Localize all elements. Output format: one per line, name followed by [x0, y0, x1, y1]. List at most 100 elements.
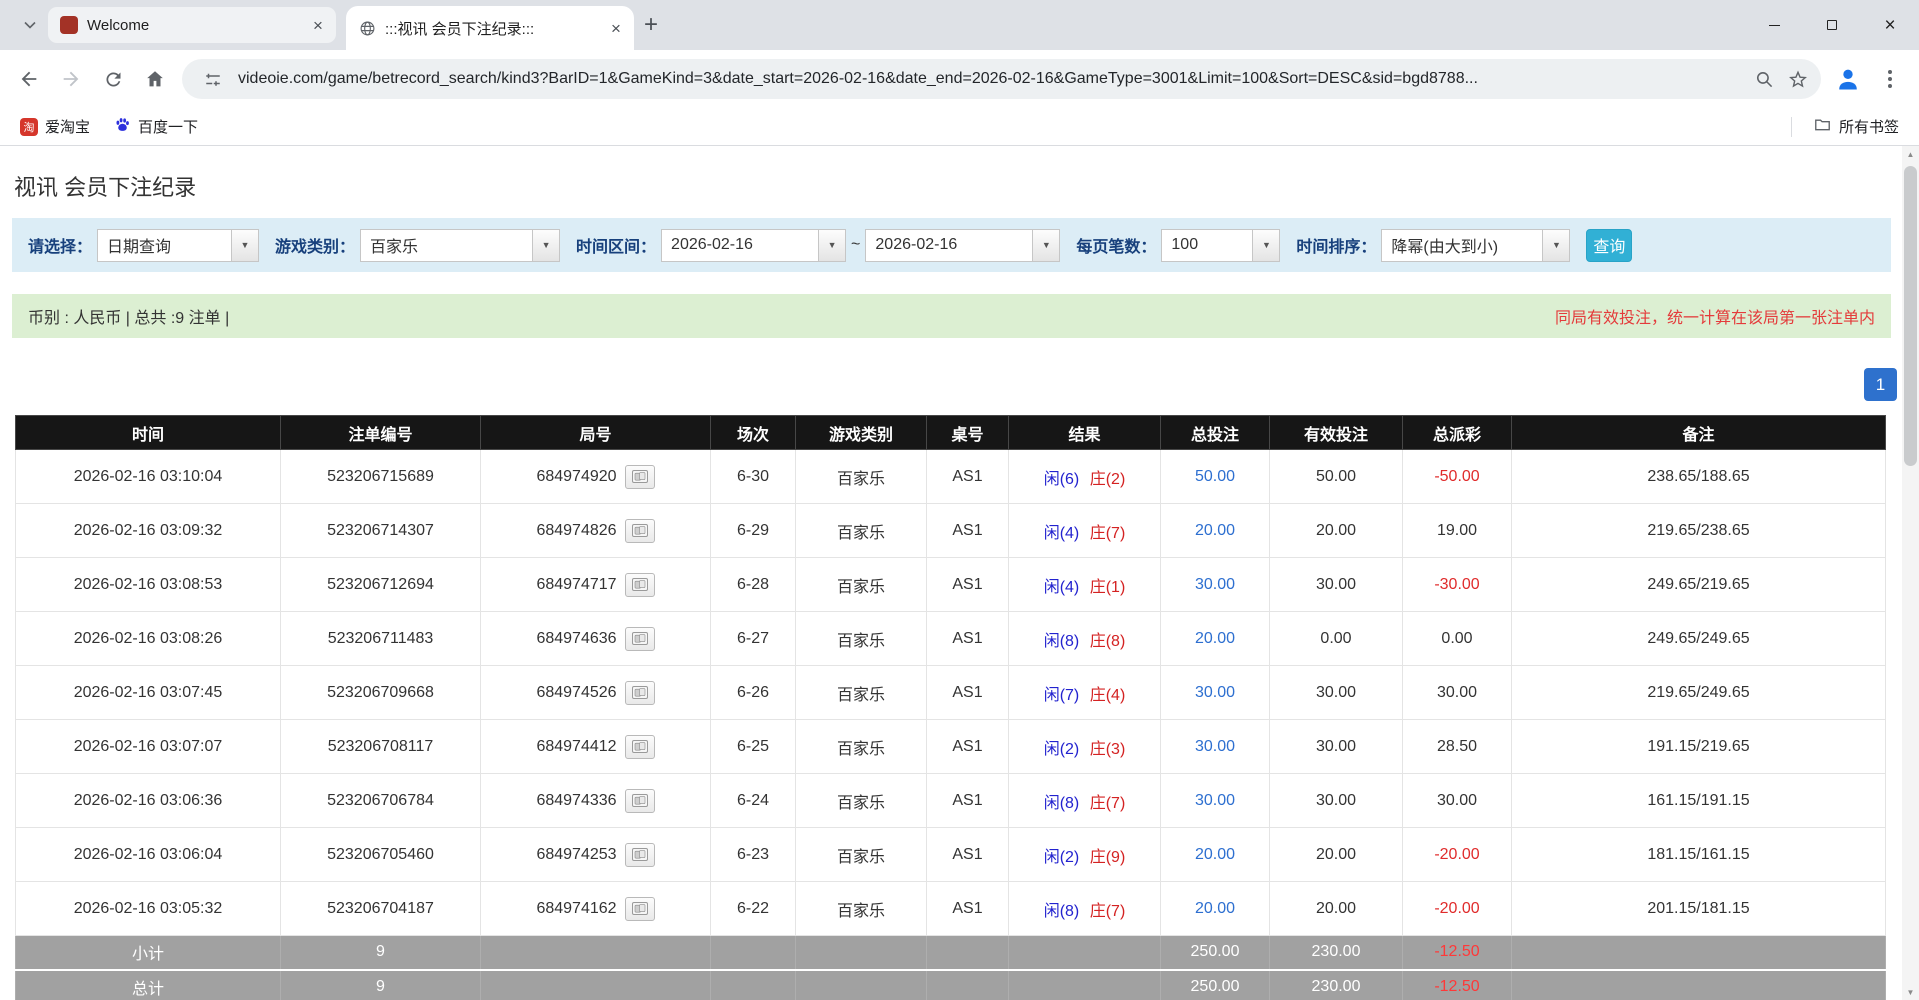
close-icon: ×	[1884, 16, 1895, 35]
bookmark-star-icon[interactable]	[1781, 62, 1815, 96]
round-image-icon[interactable]	[625, 627, 655, 651]
result-banker: 庄(7)	[1090, 525, 1126, 542]
round-image-icon[interactable]	[625, 681, 655, 705]
total-bet-link[interactable]: 50.00	[1195, 468, 1235, 485]
per-page-select[interactable]: 100 ▼	[1161, 229, 1280, 262]
result-player: 闲(8)	[1044, 633, 1080, 650]
tab-bet-records[interactable]: :::视讯 会员下注纪录::: ×	[346, 6, 634, 50]
chevron-down-icon[interactable]: ▼	[231, 230, 258, 261]
round-image-icon[interactable]	[625, 735, 655, 759]
back-button[interactable]	[8, 58, 50, 100]
chevron-down-icon[interactable]: ▼	[532, 230, 559, 261]
cell-round-no: 684974636	[481, 612, 711, 666]
total-row: 总计 9 250.00 230.00 -12.50	[16, 970, 1886, 1000]
cell-time: 2026-02-16 03:09:32	[16, 504, 281, 558]
close-window-button[interactable]: ×	[1861, 0, 1919, 50]
tab-welcome[interactable]: Welcome ×	[48, 7, 336, 43]
round-image-icon[interactable]	[625, 789, 655, 813]
chevron-down-icon[interactable]: ▼	[1252, 230, 1279, 261]
round-image-icon[interactable]	[625, 573, 655, 597]
forward-button[interactable]	[50, 58, 92, 100]
cell-bet-no: 523206712694	[281, 558, 481, 612]
home-button[interactable]	[134, 58, 176, 100]
cell-session: 6-29	[711, 504, 796, 558]
cell-total-bet: 20.00	[1161, 828, 1270, 882]
cell-game: 百家乐	[796, 720, 927, 774]
cell-total-bet: 30.00	[1161, 558, 1270, 612]
game-type-select[interactable]: 百家乐 ▼	[360, 229, 560, 262]
baidu-paw-icon	[114, 116, 131, 137]
browser-menu-button[interactable]	[1869, 58, 1911, 100]
subtotal-payout: -12.50	[1403, 936, 1512, 970]
chevron-down-icon[interactable]: ▼	[1542, 230, 1569, 261]
scroll-up-icon[interactable]: ▲	[1902, 146, 1919, 162]
cell-round-no: 684974717	[481, 558, 711, 612]
scrollbar[interactable]: ▲ ▼	[1902, 146, 1919, 1000]
cell-note: 249.65/249.65	[1512, 612, 1886, 666]
sort-select[interactable]: 降幂(由大到小) ▼	[1381, 229, 1570, 262]
tab-search-button[interactable]	[14, 9, 46, 41]
cell-bet-no: 523206715689	[281, 450, 481, 504]
total-bet-link[interactable]: 30.00	[1195, 792, 1235, 809]
new-tab-button[interactable]: +	[644, 13, 658, 37]
refresh-button[interactable]	[92, 58, 134, 100]
total-bet-link[interactable]: 20.00	[1195, 846, 1235, 863]
cell-valid-bet: 30.00	[1270, 774, 1403, 828]
col-total-bet: 总投注	[1161, 416, 1270, 450]
col-table-no: 桌号	[927, 416, 1009, 450]
cell-round-no: 684974336	[481, 774, 711, 828]
url-bar[interactable]: videoie.com/game/betrecord_search/kind3?…	[182, 59, 1821, 99]
game-type-label: 游戏类别：	[275, 233, 355, 257]
cell-session: 6-28	[711, 558, 796, 612]
tab-title: Welcome	[87, 17, 299, 34]
site-info-icon[interactable]	[196, 62, 230, 96]
zoom-icon[interactable]	[1747, 62, 1781, 96]
result-banker: 庄(8)	[1090, 633, 1126, 650]
date-mode-select[interactable]: 日期查询 ▼	[97, 229, 259, 262]
cell-session: 6-30	[711, 450, 796, 504]
cell-game: 百家乐	[796, 828, 927, 882]
profile-avatar[interactable]	[1827, 58, 1869, 100]
cell-round-no: 684974920	[481, 450, 711, 504]
cell-session: 6-26	[711, 666, 796, 720]
page-1-button[interactable]: 1	[1864, 368, 1897, 401]
scrollbar-thumb[interactable]	[1904, 166, 1917, 466]
bookmark-aitaobao[interactable]: 淘 爱淘宝	[12, 112, 98, 141]
maximize-icon	[1827, 20, 1837, 30]
date-end-input[interactable]: 2026-02-16 ▼	[865, 229, 1060, 262]
round-image-icon[interactable]	[625, 897, 655, 921]
total-bet-link[interactable]: 20.00	[1195, 630, 1235, 647]
result-player: 闲(2)	[1044, 849, 1080, 866]
total-bet-link[interactable]: 30.00	[1195, 738, 1235, 755]
all-bookmarks-button[interactable]: 所有书签	[1805, 111, 1907, 142]
chevron-down-icon[interactable]: ▼	[1032, 230, 1059, 261]
cell-table-no: AS1	[927, 612, 1009, 666]
date-start-input[interactable]: 2026-02-16 ▼	[661, 229, 846, 262]
cell-table-no: AS1	[927, 450, 1009, 504]
subtotal-label: 小计	[16, 936, 281, 970]
table-row: 2026-02-16 03:09:32 523206714307 6849748…	[16, 504, 1886, 558]
cell-result: 闲(4) 庄(7)	[1009, 504, 1161, 558]
chevron-down-icon[interactable]: ▼	[818, 230, 845, 261]
cell-note: 191.15/219.65	[1512, 720, 1886, 774]
close-tab-icon[interactable]: ×	[308, 15, 328, 35]
cell-round-no: 684974253	[481, 828, 711, 882]
minimize-button[interactable]	[1745, 0, 1803, 50]
close-tab-icon[interactable]: ×	[606, 18, 626, 38]
total-bet-link[interactable]: 20.00	[1195, 900, 1235, 917]
result-banker: 庄(7)	[1090, 903, 1126, 920]
round-image-icon[interactable]	[625, 465, 655, 489]
total-bet-link[interactable]: 30.00	[1195, 576, 1235, 593]
maximize-button[interactable]	[1803, 0, 1861, 50]
cell-round-no: 684974162	[481, 882, 711, 936]
bookmark-baidu[interactable]: 百度一下	[106, 112, 206, 141]
cell-game: 百家乐	[796, 774, 927, 828]
search-button[interactable]: 查询	[1586, 229, 1632, 262]
cell-result: 闲(2) 庄(9)	[1009, 828, 1161, 882]
total-bet-link[interactable]: 30.00	[1195, 684, 1235, 701]
round-image-icon[interactable]	[625, 519, 655, 543]
browser-toolbar: videoie.com/game/betrecord_search/kind3?…	[0, 50, 1919, 108]
total-bet-link[interactable]: 20.00	[1195, 522, 1235, 539]
round-image-icon[interactable]	[625, 843, 655, 867]
scroll-down-icon[interactable]: ▼	[1902, 984, 1919, 1000]
